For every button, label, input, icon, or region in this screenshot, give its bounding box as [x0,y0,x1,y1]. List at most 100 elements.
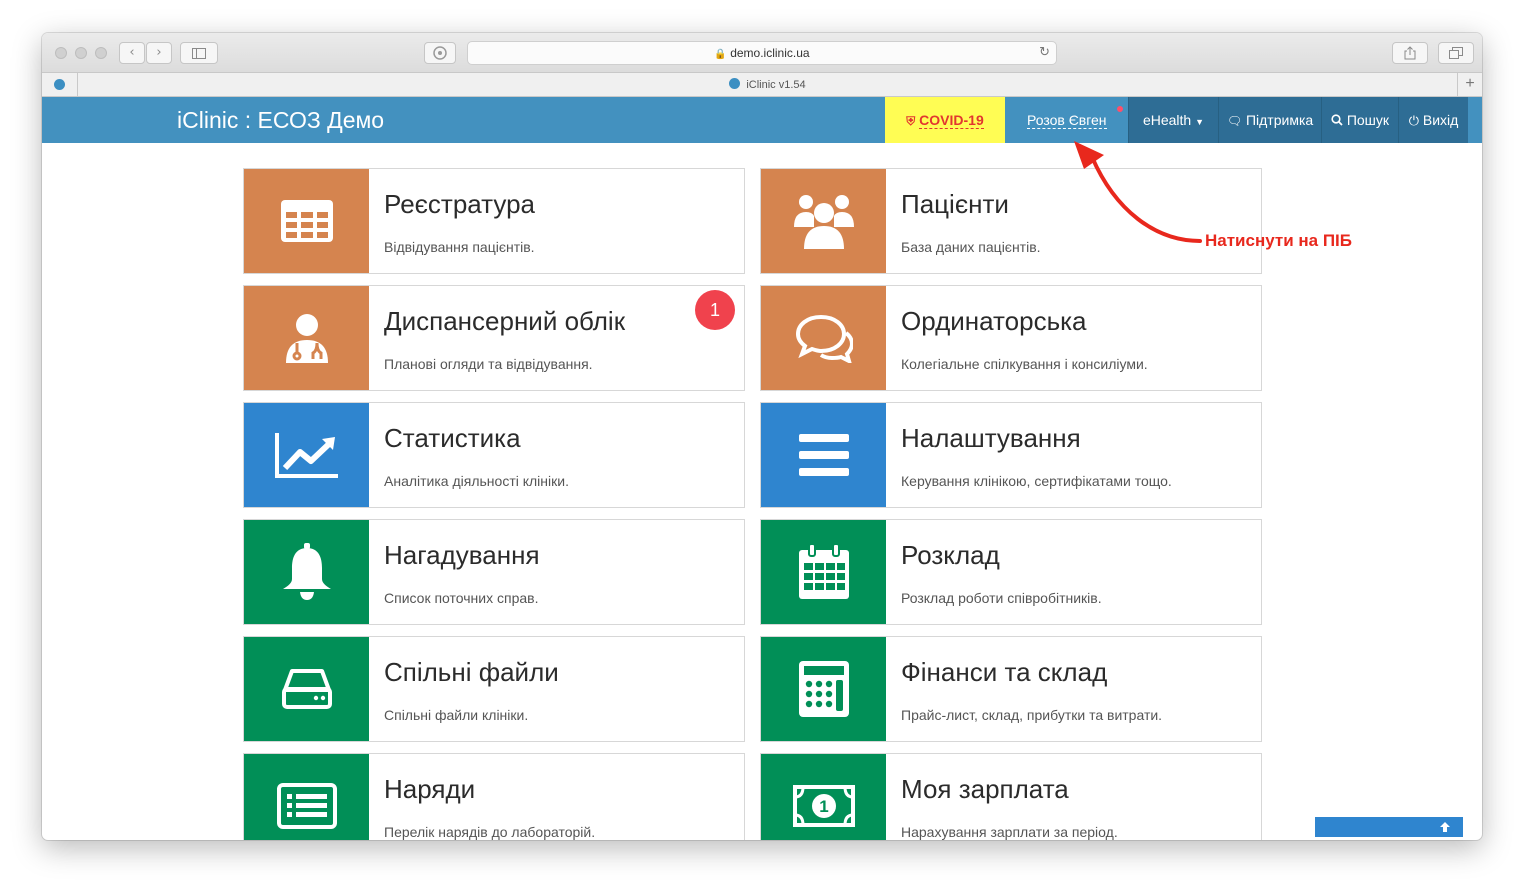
tile-icon-area [761,520,886,624]
close-window-button[interactable] [55,47,67,59]
tile-title: Наряди [384,774,476,804]
tile-title: Спільні файли [384,657,559,687]
tile-icon-area [244,286,369,390]
users-group-icon [793,195,854,249]
browser-toolbar: ‹ › 🔒 demo.iclinic.ua ↻ [42,33,1482,73]
tabs-icon [1449,47,1463,59]
tile-icon-area: 1 [761,754,886,840]
tile-finance[interactable]: Фінанси та склад Прайс-лист, склад, приб… [760,636,1262,742]
chevron-left-icon: ‹ [129,45,135,60]
annotation-label: Натиснути на ПІБ [1205,231,1352,250]
tile-staff-room[interactable]: Ординаторська Колегіальне спілкування і … [760,285,1262,391]
tile-subtitle: Аналітика діяльності клініки. [384,473,569,489]
tile-icon-area [761,169,886,273]
comment-icon: 🗨 [1226,114,1243,128]
tile-registry[interactable]: Реєстратура Відвідування пацієнтів. [243,168,745,274]
logout-button[interactable]: ⏻ Вихід [1398,97,1468,143]
tile-subtitle: Нарахування зарплати за період. [901,824,1118,840]
support-label: Підтримка [1245,112,1314,128]
bars-icon [798,434,849,476]
iclinic-favicon-icon [729,78,741,89]
tile-dispensary[interactable]: Диспансерний облік Планові огляди та від… [243,285,745,391]
back-button[interactable]: ‹ [119,42,145,64]
grammarly-icon [433,46,447,60]
tile-subtitle: База даних пацієнтів. [901,239,1041,255]
tile-title: Розклад [901,540,1000,570]
new-tab-button[interactable]: + [1457,73,1482,96]
svg-text:1: 1 [819,797,828,816]
hard-drive-icon [281,669,332,709]
tile-settings[interactable]: Налаштування Керування клінікою, сертифі… [760,402,1262,508]
active-tab[interactable]: iClinic v1.54 [79,73,1456,96]
tile-icon-area [761,403,886,507]
list-icon [276,783,337,829]
sidebar-icon [192,48,206,59]
tile-schedule[interactable]: Розклад Розклад роботи співробітників. [760,519,1262,625]
tile-title: Нагадування [384,540,540,570]
extension-button[interactable] [424,42,456,64]
iclinic-favicon-icon [54,79,65,90]
tile-subtitle: Розклад роботи співробітників. [901,590,1102,606]
grid-table-icon [280,200,333,242]
ehealth-label: eHealth [1142,112,1192,128]
annotation-arrow [1074,141,1202,243]
tile-icon-area [244,169,369,273]
tile-icon-area [244,403,369,507]
tile-subtitle: Керування клінікою, сертифікатами тощо. [901,473,1172,489]
tile-statistics[interactable]: Статистика Аналітика діяльності клініки. [243,402,745,508]
sidebar-button[interactable] [180,42,218,64]
tile-subtitle: Список поточних справ. [384,590,539,606]
reload-icon[interactable]: ↻ [1039,42,1050,64]
search-button[interactable]: Пошук [1321,97,1398,143]
app-navbar: iClinic : ЕСОЗ Демо ⛨ COVID-19 Розов Євг… [42,97,1482,143]
tile-icon-area [761,637,886,741]
tile-title: Фінанси та склад [901,657,1108,687]
support-button[interactable]: 🗨 Підтримка [1218,97,1321,143]
app-brand[interactable]: iClinic : ЕСОЗ Демо [177,97,384,143]
arrow-up-icon [1440,822,1450,832]
tile-subtitle: Колегіальне спілкування і консиліуми. [901,356,1148,372]
tile-subtitle: Спільні файли клініки. [384,707,529,723]
notification-badge: 1 [695,290,735,330]
tile-orders[interactable]: Наряди Перелік нарядів до лабораторій. [243,753,745,840]
tab-bar: iClinic v1.54 + [42,73,1482,97]
scroll-to-top-button[interactable] [1315,817,1463,837]
doctor-icon [285,314,328,363]
notification-dot [1117,106,1123,112]
tile-icon-area [244,754,369,840]
tile-title: Диспансерний облік [384,306,626,336]
chat-bubbles-icon [795,314,853,363]
power-icon: ⏻ [1408,114,1419,129]
search-label: Пошук [1346,112,1390,128]
address-text: demo.iclinic.ua [730,46,810,60]
tile-reminders[interactable]: Нагадування Список поточних справ. [243,519,745,625]
tile-subtitle: Прайс-лист, склад, прибутки та витрати. [901,707,1163,723]
tile-title: Моя зарплата [901,774,1069,804]
covid-button[interactable]: ⛨ COVID-19 [885,97,1005,143]
tile-title: Ординаторська [901,306,1087,336]
share-button[interactable] [1392,42,1428,64]
tile-title: Статистика [384,423,521,453]
tile-icon-area [244,520,369,624]
lock-icon: 🔒 [714,49,727,60]
pinned-tab[interactable] [42,73,78,96]
tile-icon-area [761,286,886,390]
calculator-icon [798,661,849,717]
address-bar[interactable]: 🔒 demo.iclinic.ua ↻ [467,41,1057,65]
tile-title: Пацієнти [901,189,1009,219]
covid-label: COVID-19 [919,112,984,129]
tile-subtitle: Планові огляди та відвідування. [384,356,593,372]
tile-shared-files[interactable]: Спільні файли Спільні файли клініки. [243,636,745,742]
minimize-window-button[interactable] [75,47,87,59]
search-icon [1331,114,1343,126]
tabs-overview-button[interactable] [1438,42,1474,64]
forward-button[interactable]: › [146,42,172,64]
share-icon [1404,46,1416,60]
tile-my-salary[interactable]: 1 Моя зарплата Нарахування зарплати за п… [760,753,1262,840]
tile-icon-area [244,637,369,741]
chevron-right-icon: › [156,45,162,60]
zoom-window-button[interactable] [95,47,107,59]
tile-subtitle: Перелік нарядів до лабораторій. [384,824,596,840]
tile-title: Налаштування [901,423,1081,453]
tile-title: Реєстратура [384,189,536,219]
